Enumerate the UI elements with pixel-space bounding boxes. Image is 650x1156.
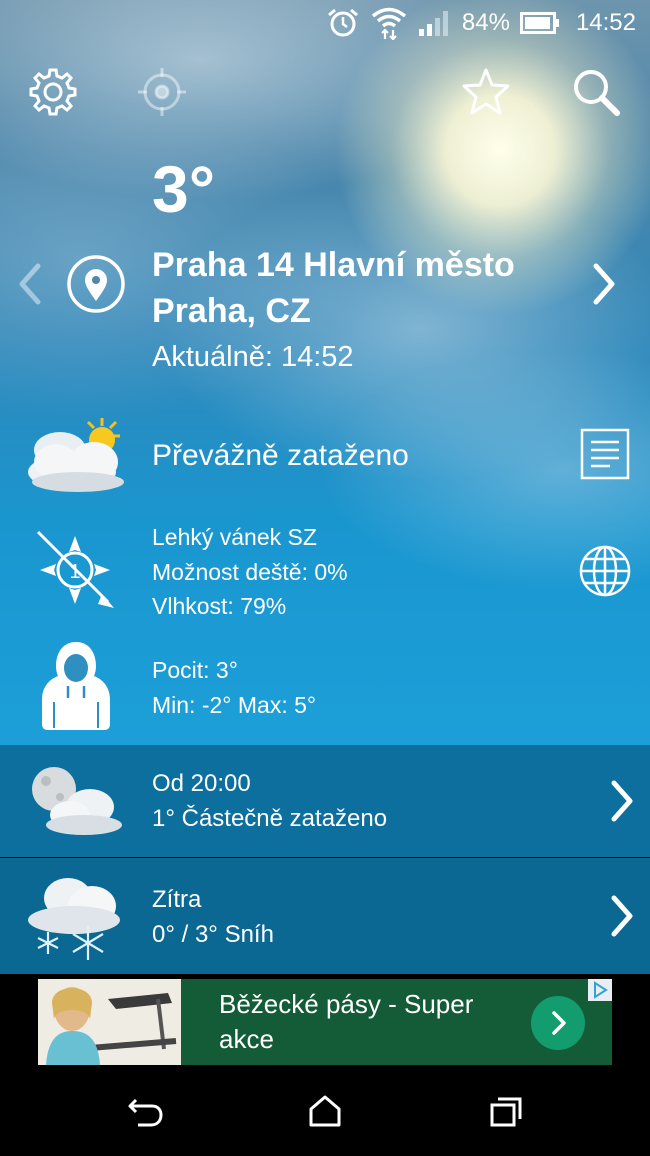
battery-icon bbox=[519, 12, 559, 34]
forecast-row-tonight[interactable]: Od 20:00 1° Částečně zataženo bbox=[0, 745, 650, 857]
alarm-icon bbox=[327, 8, 358, 37]
feels-like-text: Pocit: 3° bbox=[152, 657, 238, 683]
ad-text: Běžecké pásy - Super akce bbox=[219, 989, 474, 1054]
moon-cloud-icon bbox=[32, 767, 122, 835]
chevron-right-icon[interactable] bbox=[608, 779, 638, 823]
forecast-row-tomorrow[interactable]: Zítra 0° / 3° Sníh bbox=[0, 858, 650, 974]
forecast-desc: 1° Částečně zataženo bbox=[152, 805, 388, 832]
humidity-text: Vlhkost: 79% bbox=[152, 593, 287, 619]
previous-location-chevron-icon[interactable] bbox=[14, 262, 44, 306]
globe-map-icon[interactable] bbox=[578, 544, 632, 598]
details-document-icon[interactable] bbox=[580, 428, 630, 480]
recent-apps-icon[interactable] bbox=[489, 1096, 523, 1128]
settings-gear-icon[interactable] bbox=[27, 66, 79, 118]
forecast-desc: 0° / 3° Sníh bbox=[152, 921, 274, 948]
ad-image bbox=[38, 979, 181, 1065]
signal-icon bbox=[418, 11, 448, 36]
snow-cloud-icon bbox=[28, 878, 120, 960]
home-icon[interactable] bbox=[308, 1094, 342, 1128]
status-bar: 84% 14:52 bbox=[0, 0, 650, 46]
weather-condition: Převážně zataženo bbox=[152, 439, 409, 472]
search-icon[interactable] bbox=[570, 66, 622, 118]
ad-open-button[interactable] bbox=[531, 996, 585, 1050]
forecast-title: Od 20:00 bbox=[152, 770, 251, 797]
battery-percent: 84% bbox=[461, 9, 510, 36]
partly-cloudy-sun-icon bbox=[28, 418, 124, 492]
locate-crosshair-icon[interactable] bbox=[136, 66, 188, 118]
location-pin-icon[interactable] bbox=[66, 254, 126, 314]
location-line-2: Praha, CZ bbox=[152, 292, 311, 330]
status-time: 14:52 bbox=[575, 9, 636, 36]
location-name: Praha 14 Hlavní město Praha, CZ bbox=[152, 242, 582, 334]
wind-text: Lehký vánek SZ bbox=[152, 524, 317, 550]
location-line-1: Praha 14 Hlavní město bbox=[152, 246, 515, 284]
navigation-bar bbox=[0, 1068, 650, 1156]
arrow-right-icon bbox=[552, 1011, 566, 1035]
min-max-text: Min: -2° Max: 5° bbox=[152, 692, 317, 718]
hoodie-feels-like-icon bbox=[42, 642, 110, 730]
chevron-right-icon[interactable] bbox=[608, 894, 638, 938]
current-temperature: 3° bbox=[152, 152, 216, 226]
adchoices-icon[interactable] bbox=[588, 979, 612, 1001]
rain-chance-text: Možnost deště: 0% bbox=[152, 559, 348, 585]
back-icon[interactable] bbox=[126, 1094, 164, 1130]
updated-time: Aktuálně: 14:52 bbox=[152, 341, 354, 373]
wind-compass-icon: 1 bbox=[36, 530, 114, 608]
favorite-star-icon[interactable] bbox=[460, 66, 512, 118]
ad-banner[interactable]: Běžecké pásy - Super akce bbox=[38, 979, 612, 1065]
forecast-title: Zítra bbox=[152, 886, 202, 913]
wind-force-number: 1 bbox=[69, 561, 80, 583]
next-location-chevron-icon[interactable] bbox=[590, 262, 620, 306]
wifi-icon bbox=[371, 7, 406, 40]
